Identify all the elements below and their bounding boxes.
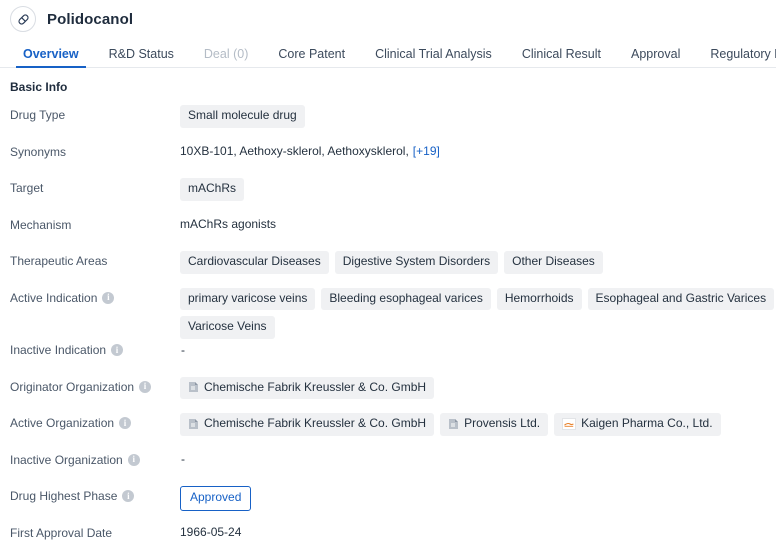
row-drug-type: Drug Type Small molecule drug [10,104,776,141]
row-inactive-indication: Inactive Indication i - [10,339,776,376]
label-text: Originator Organization [10,379,135,394]
organization-name: Provensis Ltd. [464,416,541,431]
tag-item[interactable]: Cardiovascular Diseases [180,251,329,274]
value-target: mAChRs [180,177,776,201]
tab-bar: Overview R&D Status Deal (0) Core Patent… [0,38,776,68]
tag-item[interactable]: Other Diseases [504,251,603,274]
value-inactive-organization: - [180,449,776,469]
building-icon [449,418,459,429]
company-logo-icon [562,417,577,430]
row-synonyms: Synonyms 10XB-101, Aethoxy-sklerol, Aeth… [10,141,776,178]
label-first-approval-date: First Approval Date [10,522,180,540]
tag-item[interactable]: Small molecule drug [180,105,305,128]
label-text: Drug Highest Phase [10,489,118,504]
empty-value: - [181,452,185,467]
tab-overview[interactable]: Overview [8,47,94,68]
value-mechanism: mAChRs agonists [180,214,776,234]
label-text: Mechanism [10,217,72,232]
label-text: Therapeutic Areas [10,254,108,268]
label-inactive-organization: Inactive Organization i [10,449,180,467]
pill-capsule-icon [10,6,36,32]
label-originator-organization: Originator Organization i [10,376,180,394]
label-target: Target [10,177,180,195]
tab-rd-status[interactable]: R&D Status [94,47,189,68]
value-therapeutic-areas: Cardiovascular Diseases Digestive System… [180,250,776,274]
label-text: Drug Type [10,108,66,122]
info-icon[interactable]: i [102,291,115,304]
page-header: Polidocanol [0,0,776,38]
page-title: Polidocanol [47,10,134,28]
row-originator-organization: Originator Organization i Chemische Fabr… [10,376,776,413]
tag-item[interactable]: Hemorrhoids [496,287,582,311]
info-icon[interactable]: i [119,417,132,430]
label-text: Inactive Organization [10,452,123,467]
tag-item[interactable]: Varicose Veins [180,316,275,340]
organization-tag[interactable]: Kaigen Pharma Co., Ltd. [554,413,721,436]
label-text: Active Indication [10,290,98,305]
mechanism-text: mAChRs agonists [180,216,277,231]
tab-clinical-result[interactable]: Clinical Result [507,47,616,68]
row-mechanism: Mechanism mAChRs agonists [10,214,776,251]
row-therapeutic-areas: Therapeutic Areas Cardiovascular Disease… [10,250,776,287]
label-text: Synonyms [10,144,67,159]
organization-tag[interactable]: Chemische Fabrik Kreussler & Co. GmbH [180,413,435,436]
label-synonyms: Synonyms [10,141,180,159]
value-first-approval-date: 1966-05-24 [180,522,776,542]
section-title-basic-info: Basic Info [10,80,68,94]
label-inactive-indication: Inactive Indication i [10,339,180,357]
value-inactive-indication: - [180,339,776,359]
label-active-indication: Active Indication i [10,287,180,305]
tab-regulatory-review[interactable]: Regulatory Review [695,47,776,68]
tab-approval[interactable]: Approval [616,47,695,68]
empty-value: - [181,342,185,357]
tag-item[interactable]: primary varicose veins [180,287,316,311]
tag-item[interactable]: mAChRs [180,178,245,201]
building-icon [189,382,198,393]
info-icon[interactable]: i [122,490,135,503]
info-icon[interactable]: i [127,453,140,466]
info-icon[interactable]: i [139,380,152,393]
row-active-organization: Active Organization i Chemische Fabrik K… [10,412,776,449]
label-text: First Approval Date [10,525,113,540]
label-text: Active Organization [10,416,115,431]
tab-deal[interactable]: Deal (0) [189,47,263,68]
synonyms-more-link[interactable]: [+19] [413,143,440,160]
row-inactive-organization: Inactive Organization i - [10,449,776,486]
status-badge[interactable]: Approved [180,486,252,511]
organization-name: Chemische Fabrik Kreussler & Co. GmbH [204,416,427,431]
value-drug-highest-phase: Approved [180,485,776,511]
tag-item[interactable]: Bleeding esophageal varices [321,287,491,311]
tab-core-patent[interactable]: Core Patent [263,47,360,68]
organization-name: Kaigen Pharma Co., Ltd. [581,416,713,431]
label-active-organization: Active Organization i [10,412,180,430]
info-icon[interactable]: i [111,344,124,357]
overview-content: Basic Info Drug Type Small molecule drug… [0,68,776,546]
row-drug-highest-phase: Drug Highest Phase i Approved [10,485,776,522]
row-target: Target mAChRs [10,177,776,214]
label-drug-type: Drug Type [10,104,180,122]
row-first-approval-date: First Approval Date 1966-05-24 [10,522,776,546]
label-text: Target [10,181,44,195]
organization-tag[interactable]: Provensis Ltd. [440,413,549,436]
first-approval-date-text: 1966-05-24 [180,524,242,539]
value-active-indication: primary varicose veins Bleeding esophage… [180,287,776,340]
tag-item[interactable]: Digestive System Disorders [334,251,499,274]
building-icon [189,418,198,429]
row-active-indication: Active Indication i primary varicose vei… [10,287,776,340]
organization-name: Chemische Fabrik Kreussler & Co. GmbH [204,379,427,394]
organization-tag[interactable]: Chemische Fabrik Kreussler & Co. GmbH [180,376,435,400]
tag-item[interactable]: Esophageal and Gastric Varices [587,287,775,311]
value-active-organization: Chemische Fabrik Kreussler & Co. GmbH Pr… [180,412,776,436]
label-mechanism: Mechanism [10,214,180,232]
label-therapeutic-areas: Therapeutic Areas [10,250,180,268]
label-drug-highest-phase: Drug Highest Phase i [10,485,180,503]
value-originator-organization: Chemische Fabrik Kreussler & Co. GmbH [180,376,776,400]
value-synonyms: 10XB-101, Aethoxy-sklerol, Aethoxysklero… [180,141,776,161]
synonyms-text: 10XB-101, Aethoxy-sklerol, Aethoxysklero… [180,143,409,158]
value-drug-type: Small molecule drug [180,104,776,128]
label-text: Inactive Indication [10,343,107,358]
tab-clinical-trial-analysis[interactable]: Clinical Trial Analysis [360,47,507,68]
